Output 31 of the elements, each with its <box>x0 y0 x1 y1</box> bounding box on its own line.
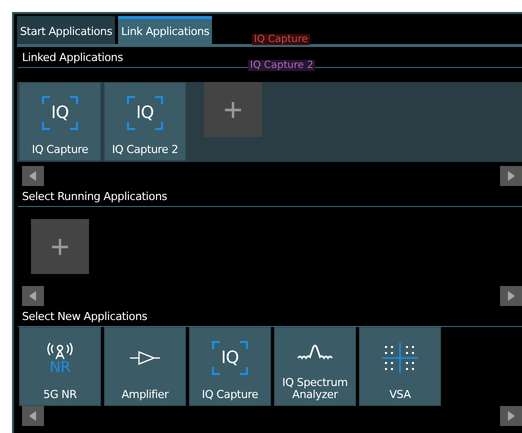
scroll-right-button[interactable] <box>500 166 522 186</box>
caret-right-icon <box>507 291 515 301</box>
tab[interactable]: Start Applications <box>17 16 116 44</box>
caret-right-icon <box>507 171 515 181</box>
scroll-left-button[interactable] <box>22 166 44 186</box>
app-tile[interactable]: NR 5G NR <box>19 327 101 406</box>
tab[interactable]: Link Applications <box>118 16 212 44</box>
app-tile[interactable]: IQ IQ Capture <box>19 82 101 161</box>
caret-left-icon <box>29 171 37 181</box>
app-tile[interactable]: IQ IQ Capture 2 <box>104 82 186 161</box>
app-tile[interactable]: Amplifier <box>104 327 186 406</box>
scroll-right-button[interactable] <box>500 406 522 426</box>
constellation-icon <box>382 343 418 374</box>
caret-left-icon <box>29 291 37 301</box>
plus-icon <box>52 238 68 254</box>
amplifier-icon <box>130 351 160 366</box>
plus-icon <box>225 102 241 118</box>
ghost-label: IQ Capture <box>252 34 310 45</box>
add-button[interactable] <box>204 82 262 137</box>
section-title: Select Running Applications <box>18 186 522 207</box>
caret-left-icon <box>29 411 37 421</box>
caret-right-icon <box>507 411 515 421</box>
spectrum-icon <box>297 344 333 360</box>
add-button[interactable] <box>31 219 89 274</box>
scroll-left-button[interactable] <box>22 406 44 426</box>
scroll-left-button[interactable] <box>22 286 44 306</box>
app-tile[interactable]: IQ Spectrum Analyzer <box>274 327 356 406</box>
app-tile[interactable]: VSA <box>359 327 441 406</box>
scroll-right-button[interactable] <box>500 286 522 306</box>
ghost-label: IQ Capture 2 <box>248 60 316 71</box>
app-tile[interactable]: IQ IQ Capture <box>189 327 271 406</box>
